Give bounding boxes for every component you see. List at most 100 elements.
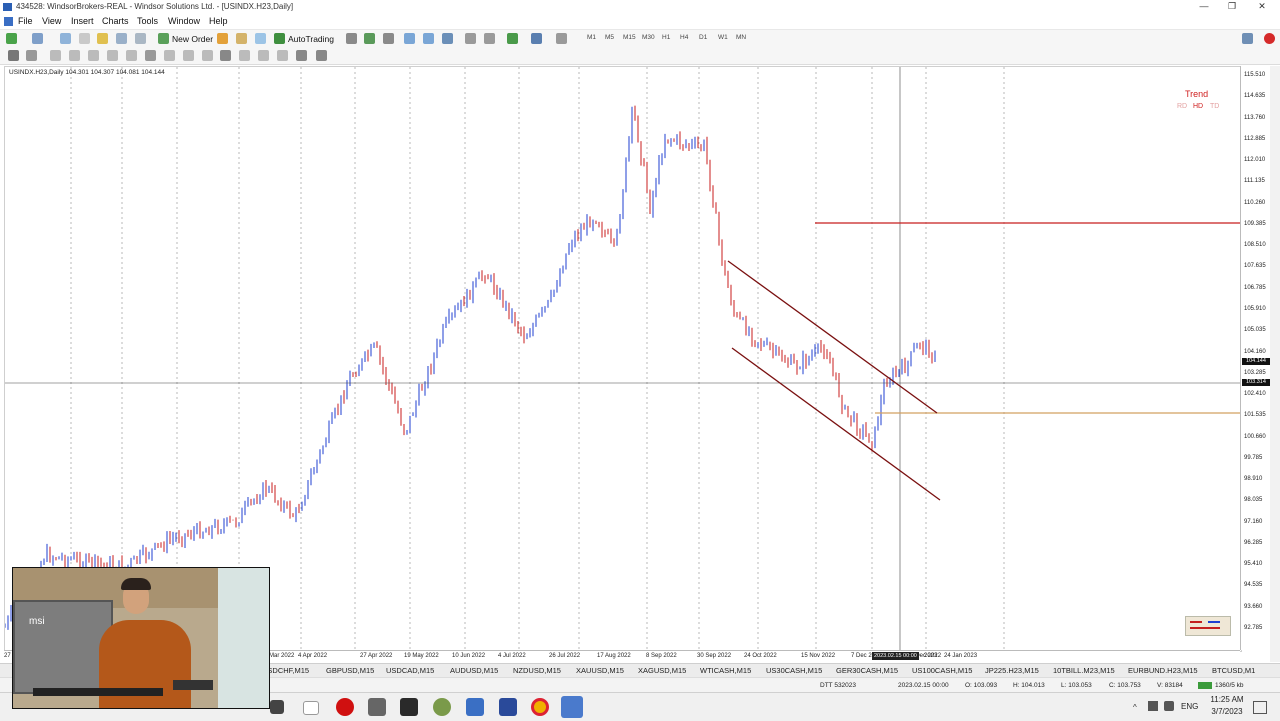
tile-windows-icon[interactable] [442, 33, 453, 44]
symbol-tab[interactable]: US100CASH,M15 [912, 666, 972, 675]
menu-charts[interactable]: Charts [102, 16, 129, 26]
indicators-icon[interactable] [507, 33, 518, 44]
timeframe-m15[interactable]: M15 [623, 34, 636, 41]
task-view-icon[interactable] [270, 700, 284, 714]
chart-shift-icon[interactable] [465, 33, 476, 44]
market-watch-icon[interactable] [60, 33, 71, 44]
gann-icon[interactable] [164, 50, 175, 61]
symbol-tab[interactable]: GER30CASH,M15 [836, 666, 898, 675]
new-order-icon[interactable] [158, 33, 169, 44]
app-green-icon[interactable] [433, 698, 451, 716]
symbol-tab[interactable]: EURBUND.H23,M15 [1128, 666, 1198, 675]
auto-trading-icon[interactable] [274, 33, 285, 44]
vertical-line-icon[interactable] [50, 50, 61, 61]
channel-icon[interactable] [107, 50, 118, 61]
app-gray-icon[interactable] [368, 698, 386, 716]
signals-icon[interactable] [217, 33, 228, 44]
fibonacci-icon[interactable] [126, 50, 137, 61]
auto-trading-button[interactable]: AutoTrading [288, 34, 334, 44]
timeframe-d1[interactable]: D1 [699, 34, 707, 41]
arrows-icon[interactable] [316, 50, 327, 61]
volume-icon[interactable] [1164, 701, 1174, 711]
rectangle-icon[interactable] [220, 50, 231, 61]
price-chart[interactable] [5, 67, 1241, 651]
tester-icon[interactable] [135, 33, 146, 44]
wave-icon[interactable] [296, 50, 307, 61]
menu-help[interactable]: Help [209, 16, 228, 26]
symbol-tab[interactable]: XAUUSD,M15 [576, 666, 624, 675]
horizontal-line-icon[interactable] [69, 50, 80, 61]
templates-icon[interactable] [556, 33, 567, 44]
menu-view[interactable]: View [42, 16, 61, 26]
vertical-scrollbar[interactable] [1270, 66, 1280, 662]
cursor-icon[interactable] [8, 50, 19, 61]
menu-tools[interactable]: Tools [137, 16, 158, 26]
network-icon[interactable] [1148, 701, 1158, 711]
candlesticks-icon[interactable] [364, 33, 375, 44]
timeframe-w1[interactable]: W1 [718, 34, 728, 41]
symbol-tab[interactable]: 10TBILL.M23,M15 [1053, 666, 1115, 675]
timeframe-m5[interactable]: M5 [605, 34, 614, 41]
app-red-icon[interactable] [336, 698, 354, 716]
trend-rd-label[interactable]: RD [1177, 103, 1187, 110]
fan-icon[interactable] [258, 50, 269, 61]
explorer-icon[interactable] [303, 701, 319, 715]
search-icon[interactable] [1242, 33, 1253, 44]
autoscroll-icon[interactable] [484, 33, 495, 44]
symbol-tab[interactable]: US30CASH,M15 [766, 666, 822, 675]
new-chart-icon[interactable] [6, 33, 17, 44]
navigator-icon[interactable] [97, 33, 108, 44]
periods-icon[interactable] [531, 33, 542, 44]
symbol-tab[interactable]: GBPUSD,M15 [326, 666, 374, 675]
new-order-button[interactable]: New Order [172, 34, 213, 44]
timeframe-m1[interactable]: M1 [587, 34, 596, 41]
zoom-out-icon[interactable] [423, 33, 434, 44]
data-window-icon[interactable] [79, 33, 90, 44]
timeframe-h4[interactable]: H4 [680, 34, 688, 41]
trade-panel-icon[interactable] [1185, 616, 1231, 636]
notifications-icon[interactable] [1253, 701, 1267, 714]
menu-insert[interactable]: Insert [71, 16, 94, 26]
price-scale[interactable]: 115.510 114.635 113.760 112.885 112.010 111.1… [1240, 66, 1271, 650]
symbol-tab[interactable]: AUDUSD,M15 [450, 666, 498, 675]
chevron-up-icon[interactable]: ^ [1133, 703, 1137, 712]
metatrader-taskbar-icon[interactable] [561, 696, 583, 718]
app-dark-blue-icon[interactable] [499, 698, 517, 716]
arcs-icon[interactable] [277, 50, 288, 61]
app-blue-icon[interactable] [466, 698, 484, 716]
menu-file[interactable]: File [18, 16, 33, 26]
pitchfork-icon[interactable] [183, 50, 194, 61]
timeframe-mn[interactable]: MN [736, 34, 746, 41]
symbol-tab[interactable]: XAGUSD,M15 [638, 666, 686, 675]
close-button[interactable]: ✕ [1248, 1, 1276, 13]
symbol-tab[interactable]: BTCUSD,M1 [1212, 666, 1255, 675]
bar-chart-icon[interactable] [346, 33, 357, 44]
chart-window[interactable]: USINDX.H23,Daily 104.301 104.307 104.081… [4, 66, 1242, 652]
store-icon[interactable] [400, 698, 418, 716]
grid-tool-icon[interactable] [239, 50, 250, 61]
trend-td-label[interactable]: TD [1210, 103, 1219, 110]
timeframe-m30[interactable]: M30 [642, 34, 655, 41]
cycle-lines-icon[interactable] [202, 50, 213, 61]
menu-window[interactable]: Window [168, 16, 200, 26]
document-icon[interactable] [4, 17, 13, 26]
line-chart-icon[interactable] [383, 33, 394, 44]
clock-time[interactable]: 11:25 AM [1207, 695, 1247, 704]
crosshair-icon[interactable] [26, 50, 37, 61]
symbol-tab[interactable]: NZDUSD,M15 [513, 666, 561, 675]
profiles-icon[interactable] [32, 33, 43, 44]
meta-editor-icon[interactable] [236, 33, 247, 44]
symbol-tab[interactable]: WTICASH,M15 [700, 666, 751, 675]
notification-icon[interactable] [1264, 33, 1275, 44]
language-indicator[interactable]: ENG [1181, 702, 1198, 711]
chrome-icon[interactable] [531, 698, 549, 716]
trendline-icon[interactable] [88, 50, 99, 61]
options-icon[interactable] [255, 33, 266, 44]
symbol-tab[interactable]: JP225.H23,M15 [985, 666, 1039, 675]
symbol-tab[interactable]: USDCAD,M15 [386, 666, 434, 675]
trend-hd-label[interactable]: HD [1193, 103, 1203, 110]
zoom-in-icon[interactable] [404, 33, 415, 44]
minimize-button[interactable]: — [1190, 1, 1218, 13]
text-icon[interactable] [145, 50, 156, 61]
timeframe-h1[interactable]: H1 [662, 34, 670, 41]
